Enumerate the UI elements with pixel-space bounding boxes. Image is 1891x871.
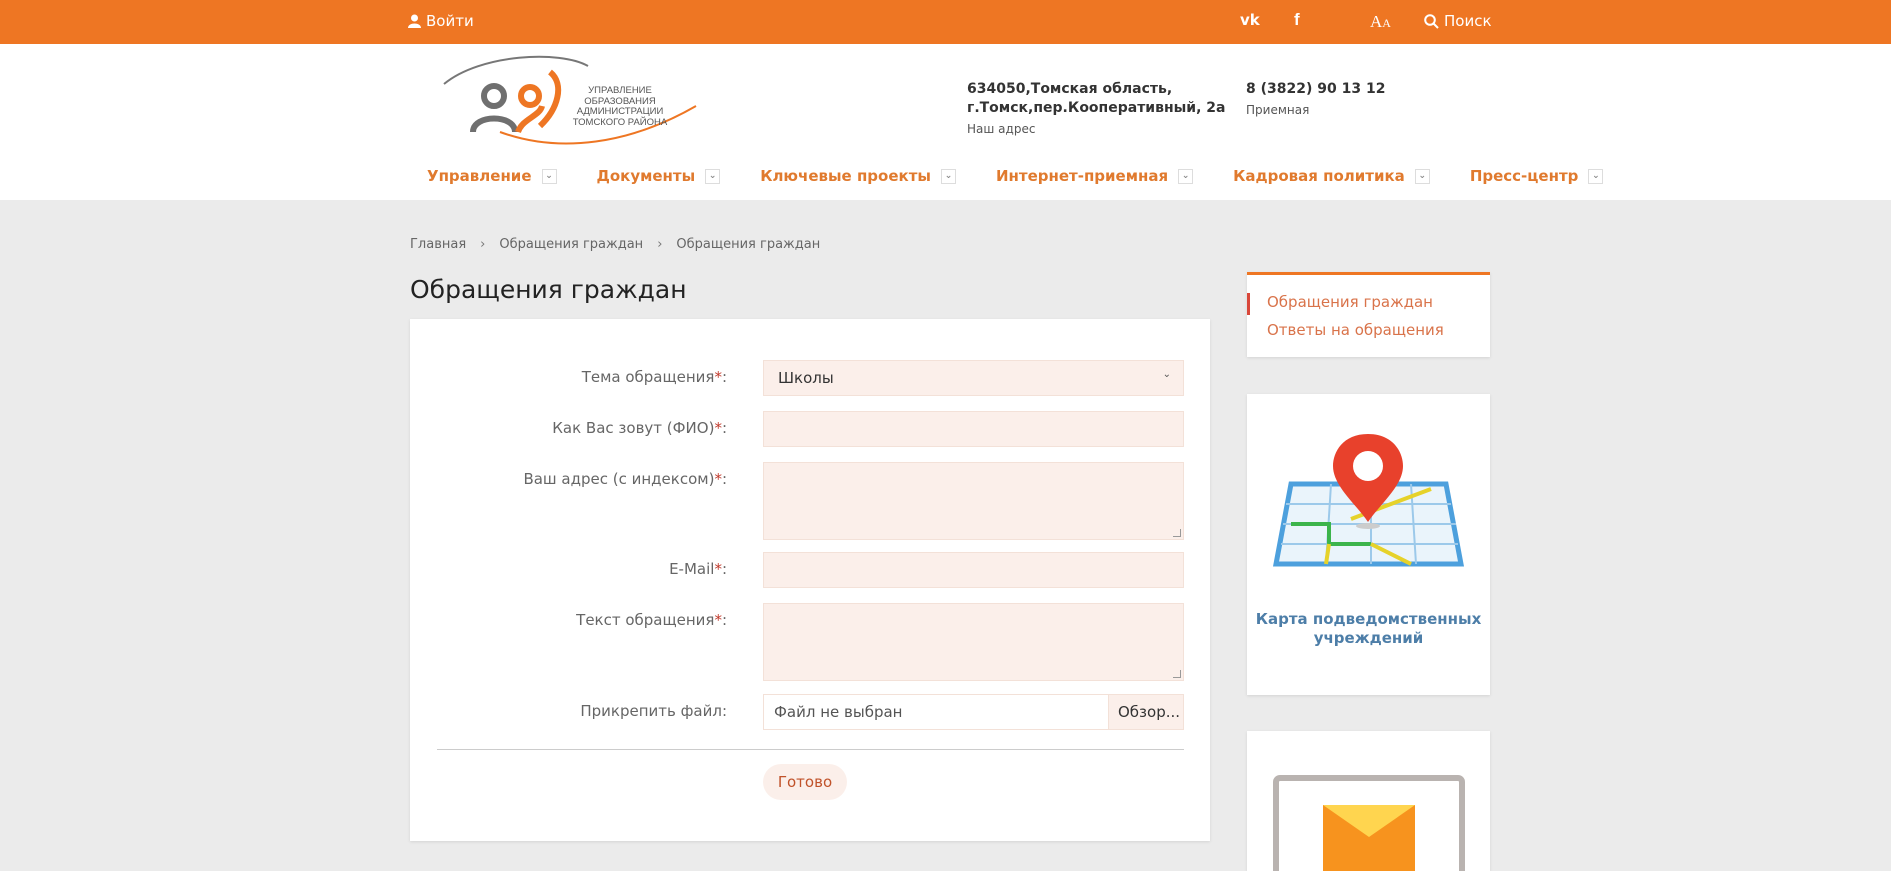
logo-text: Управление образования администрации том… bbox=[572, 85, 668, 128]
text-label: Текст обращения*: bbox=[576, 611, 727, 629]
nav-item-label: Управление bbox=[427, 167, 532, 185]
breadcrumb-home[interactable]: Главная bbox=[410, 237, 466, 252]
nav-item-kadrovaya-politika[interactable]: Кадровая политика ⌄ bbox=[1233, 167, 1430, 185]
nav-item-label: Пресс-центр bbox=[1469, 167, 1579, 185]
name-input[interactable] bbox=[763, 411, 1184, 447]
active-indicator bbox=[1247, 293, 1250, 315]
nav-item-internet-priemnaya[interactable]: Интернет-приемная ⌄ bbox=[995, 167, 1194, 185]
file-status: Файл не выбран bbox=[774, 703, 903, 721]
resize-grip-icon[interactable] bbox=[1173, 529, 1181, 537]
vk-icon[interactable]: vk bbox=[1240, 11, 1260, 29]
submit-button[interactable]: Готово bbox=[763, 764, 847, 800]
topic-label: Тема обращения*: bbox=[582, 368, 727, 386]
topic-label-text: Тема обращения bbox=[581, 368, 715, 386]
address-line1: 634050,Томская область, bbox=[967, 81, 1173, 97]
chevron-down-icon[interactable]: ⌄ bbox=[541, 168, 557, 184]
nav-item-dokumenty[interactable]: Документы ⌄ bbox=[597, 167, 721, 185]
nav-item-label: Интернет-приемная bbox=[995, 167, 1169, 185]
topic-select[interactable]: Школы ⌄ bbox=[763, 360, 1184, 396]
font-size-toggle[interactable]: AA bbox=[1370, 12, 1391, 32]
breadcrumb-item[interactable]: Обращения граждан bbox=[499, 237, 643, 252]
browse-button[interactable]: Обзор... bbox=[1108, 695, 1183, 729]
chevron-down-icon[interactable]: ⌄ bbox=[1178, 168, 1194, 184]
phone-caption: Приемная bbox=[1246, 103, 1310, 117]
address-label-text: Ваш адрес (с индексом) bbox=[523, 470, 715, 488]
sidebar-menu: Обращения граждан Ответы на обращения bbox=[1247, 272, 1490, 357]
address-textarea[interactable] bbox=[763, 462, 1184, 540]
email-field[interactable] bbox=[763, 552, 1184, 588]
breadcrumb: Главная › Обращения граждан › Обращения … bbox=[410, 237, 820, 252]
chevron-down-icon[interactable]: ⌄ bbox=[1414, 168, 1430, 184]
address-caption: Наш адрес bbox=[967, 122, 1036, 136]
chevron-down-icon: ⌄ bbox=[1162, 369, 1171, 380]
phone-number[interactable]: 8 (3822) 90 13 12 bbox=[1246, 80, 1385, 99]
required-mark: * bbox=[714, 560, 722, 578]
top-bar: Войти vk f AA Поиск bbox=[0, 0, 1891, 44]
chevron-down-icon[interactable]: ⌄ bbox=[940, 168, 956, 184]
label-colon: : bbox=[721, 560, 727, 578]
font-size-big-label: A bbox=[1370, 12, 1383, 31]
login-label: Войти bbox=[426, 12, 474, 30]
nav-item-press-centr[interactable]: Пресс-центр ⌄ bbox=[1470, 167, 1604, 185]
search-link[interactable]: Поиск bbox=[1424, 12, 1492, 30]
site-header: Управление образования администрации том… bbox=[0, 44, 1891, 200]
facebook-icon[interactable]: f bbox=[1294, 10, 1300, 30]
nav-item-upravlenie[interactable]: Управление ⌄ bbox=[427, 167, 557, 185]
required-mark: * bbox=[714, 419, 722, 437]
main-nav: Управление ⌄ Документы ⌄ Ключевые проекты ⌄… bbox=[427, 167, 1643, 185]
label-colon: : bbox=[721, 611, 727, 629]
name-label-text: Как Вас зовут (ФИО) bbox=[552, 419, 715, 437]
address-block: 634050,Томская область, г.Томск,пер.Кооп… bbox=[967, 80, 1226, 139]
map-pin-icon bbox=[1272, 434, 1465, 567]
page-title: Обращения граждан bbox=[410, 275, 687, 304]
search-label: Поиск bbox=[1444, 12, 1492, 30]
chevron-down-icon[interactable]: ⌄ bbox=[1588, 168, 1604, 184]
text-label-text: Текст обращения bbox=[576, 611, 715, 629]
nav-item-label: Документы bbox=[596, 167, 696, 185]
chevron-down-icon[interactable]: ⌄ bbox=[705, 168, 721, 184]
label-colon: : bbox=[721, 419, 727, 437]
required-mark: * bbox=[714, 368, 722, 386]
search-icon bbox=[1424, 13, 1439, 29]
appeal-form: Тема обращения*: Школы ⌄ Как Вас зовут (… bbox=[410, 319, 1210, 841]
user-icon bbox=[408, 14, 421, 28]
file-input[interactable]: Файл не выбран Обзор... bbox=[763, 694, 1184, 730]
label-colon: : bbox=[721, 470, 727, 488]
label-colon: : bbox=[721, 368, 727, 386]
breadcrumb-separator: › bbox=[480, 237, 486, 252]
topic-select-value: Школы bbox=[778, 369, 834, 387]
site-logo[interactable]: Управление образования администрации том… bbox=[440, 54, 700, 149]
map-card-caption: Карта подведомственных учреждений bbox=[1255, 610, 1482, 647]
nav-item-label: Ключевые проекты bbox=[760, 167, 931, 185]
breadcrumb-separator: › bbox=[657, 237, 663, 252]
form-divider bbox=[437, 749, 1184, 750]
mail-card[interactable] bbox=[1247, 731, 1490, 871]
resize-grip-icon[interactable] bbox=[1173, 670, 1181, 678]
email-label: E-Mail*: bbox=[669, 560, 727, 578]
required-mark: * bbox=[714, 611, 722, 629]
address-line2: г.Томск,пер.Кооперативный, 2а bbox=[967, 100, 1226, 116]
sidebar-item-appeals[interactable]: Обращения граждан bbox=[1267, 293, 1433, 311]
nav-item-klyuchevye-proekty[interactable]: Ключевые проекты ⌄ bbox=[760, 167, 956, 185]
required-mark: * bbox=[714, 470, 722, 488]
name-label: Как Вас зовут (ФИО)*: bbox=[552, 419, 727, 437]
email-label-text: E-Mail bbox=[669, 560, 715, 578]
envelope-icon bbox=[1273, 775, 1465, 871]
login-link[interactable]: Войти bbox=[408, 12, 474, 30]
address-label: Ваш адрес (с индексом)*: bbox=[523, 470, 727, 488]
message-textarea[interactable] bbox=[763, 603, 1184, 681]
sidebar-item-answers[interactable]: Ответы на обращения bbox=[1267, 321, 1444, 339]
font-size-small-label: A bbox=[1382, 16, 1391, 30]
breadcrumb-current: Обращения граждан bbox=[676, 237, 821, 252]
file-label: Прикрепить файл: bbox=[580, 702, 727, 720]
map-card[interactable]: Карта подведомственных учреждений bbox=[1247, 394, 1490, 695]
nav-item-label: Кадровая политика bbox=[1233, 167, 1405, 185]
phone-block: 8 (3822) 90 13 12 Приемная bbox=[1246, 80, 1385, 120]
